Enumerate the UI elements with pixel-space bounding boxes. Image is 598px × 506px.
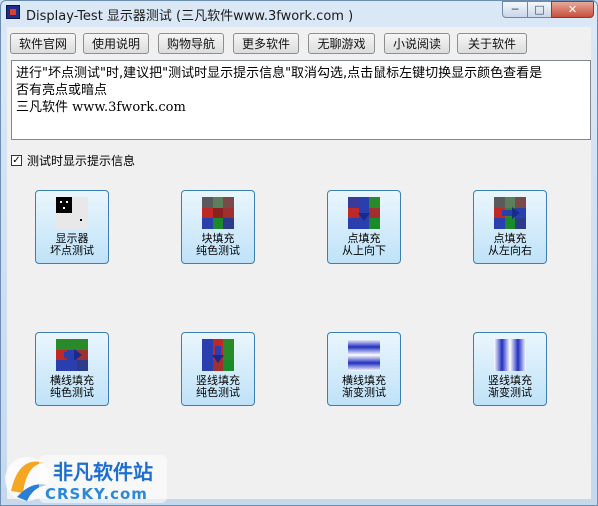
tile-label: 点填充 从左向右	[488, 232, 532, 257]
show-hints-checkbox[interactable]: ✓	[11, 155, 22, 166]
app-icon	[6, 5, 20, 19]
crsky-watermark-logo: 非凡软件站 CRSKY.com	[1, 441, 171, 505]
horizontal-line-fill-test-button[interactable]: 横线填充 纯色测试	[35, 332, 109, 406]
shopping-nav-button[interactable]: 购物导航	[158, 33, 224, 54]
left-right-fill-icon	[494, 197, 526, 229]
tile-label: 显示器 坏点测试	[50, 232, 94, 257]
minimize-button[interactable]: ─	[502, 1, 528, 18]
more-software-button[interactable]: 更多软件	[233, 33, 299, 54]
top-down-fill-test-button[interactable]: 点填充 从上向下	[327, 190, 401, 264]
games-button[interactable]: 无聊游戏	[308, 33, 375, 54]
vertical-line-fill-icon	[202, 339, 234, 371]
show-hints-option[interactable]: ✓ 测试时显示提示信息	[11, 152, 135, 169]
info-line: 否有亮点或暗点	[16, 83, 108, 98]
show-hints-label: 测试时显示提示信息	[27, 154, 136, 168]
tile-label: 点填充 从上向下	[342, 232, 386, 257]
maximize-button[interactable]: □	[527, 1, 552, 18]
user-guide-button[interactable]: 使用说明	[83, 33, 149, 54]
horizontal-line-fill-icon	[56, 339, 88, 371]
tile-label: 竖线填充 纯色测试	[196, 374, 240, 399]
about-button[interactable]: 关于软件	[457, 33, 527, 54]
dead-pixel-test-button[interactable]: 显示器 坏点测试	[35, 190, 109, 264]
close-button[interactable]: ✕	[551, 1, 594, 18]
title-bar[interactable]: Display-Test 显示器测试 (三凡软件www.3fwork.com )…	[1, 1, 597, 25]
watermark-cn-text: 非凡软件站	[53, 460, 153, 484]
vertical-gradient-icon	[494, 339, 526, 371]
top-down-fill-icon	[348, 197, 380, 229]
vertical-line-fill-test-button[interactable]: 竖线填充 纯色测试	[181, 332, 255, 406]
info-line: 三凡软件 www.3fwork.com	[16, 100, 186, 115]
horizontal-gradient-icon	[348, 339, 380, 371]
novel-reading-button[interactable]: 小说阅读	[384, 33, 450, 54]
vertical-gradient-test-button[interactable]: 竖线填充 渐变测试	[473, 332, 547, 406]
crsky-logo-icon: 非凡软件站 CRSKY.com	[5, 455, 167, 503]
horizontal-gradient-test-button[interactable]: 横线填充 渐变测试	[327, 332, 401, 406]
block-fill-test-button[interactable]: 块填充 纯色测试	[181, 190, 255, 264]
dead-pixel-icon	[56, 197, 88, 229]
tile-label: 竖线填充 渐变测试	[488, 374, 532, 399]
watermark-en-text: CRSKY.com	[45, 485, 148, 503]
info-textbox[interactable]: 进行"坏点测试"时,建议把"测试时显示提示信息"取消勾选,点击鼠标左键切换显示颜…	[11, 60, 591, 140]
client-area: 软件官网 使用说明 购物导航 更多软件 无聊游戏 小说阅读 关于软件 进行"坏点…	[7, 27, 591, 499]
official-site-button[interactable]: 软件官网	[10, 33, 76, 54]
left-right-fill-test-button[interactable]: 点填充 从左向右	[473, 190, 547, 264]
info-line: 进行"坏点测试"时,建议把"测试时显示提示信息"取消勾选,点击鼠标左键切换显示颜…	[16, 66, 543, 81]
tile-label: 横线填充 渐变测试	[342, 374, 386, 399]
tile-label: 横线填充 纯色测试	[50, 374, 94, 399]
block-fill-icon	[202, 197, 234, 229]
app-window: Display-Test 显示器测试 (三凡软件www.3fwork.com )…	[0, 0, 598, 506]
tile-label: 块填充 纯色测试	[196, 232, 240, 257]
window-title: Display-Test 显示器测试 (三凡软件www.3fwork.com )	[26, 9, 354, 24]
